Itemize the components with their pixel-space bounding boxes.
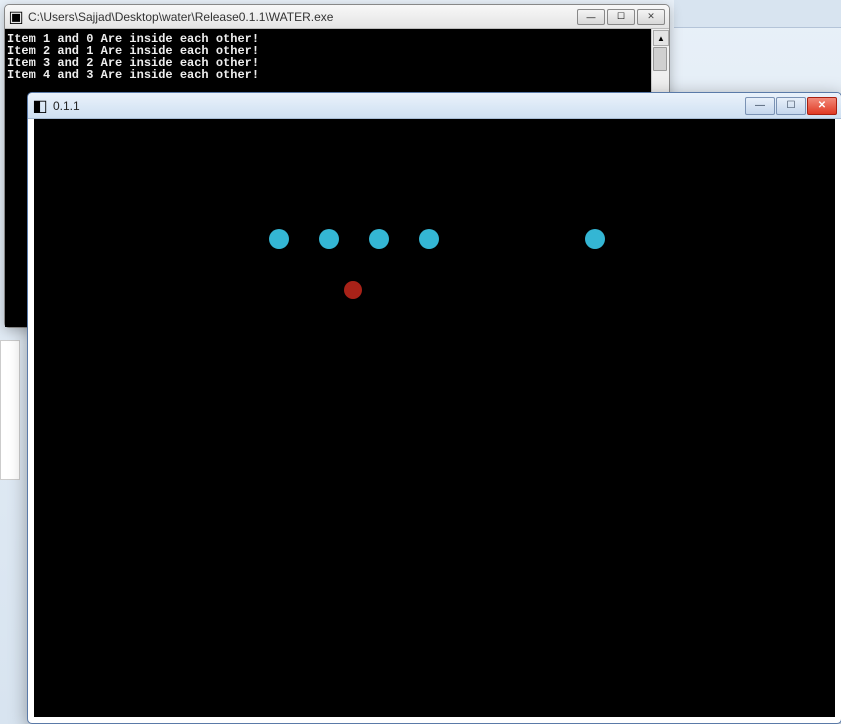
- simulation-dot-5: [344, 281, 362, 299]
- app-maximize-button[interactable]: ☐: [776, 97, 806, 115]
- app-title: 0.1.1: [53, 99, 745, 113]
- simulation-dot-2: [369, 229, 389, 249]
- console-window-controls: — ☐ ✕: [577, 9, 665, 25]
- app-titlebar[interactable]: ◧ 0.1.1 — ☐ ✕: [28, 93, 841, 119]
- app-window: ◧ 0.1.1 — ☐ ✕: [27, 92, 841, 724]
- app-window-controls: — ☐ ✕: [745, 97, 837, 115]
- console-titlebar[interactable]: ▣ C:\Users\Sajjad\Desktop\water\Release0…: [5, 5, 669, 29]
- background-panel-top: [674, 0, 841, 28]
- simulation-dot-4: [585, 229, 605, 249]
- app-minimize-button[interactable]: —: [745, 97, 775, 115]
- console-minimize-button[interactable]: —: [577, 9, 605, 25]
- console-close-button[interactable]: ✕: [637, 9, 665, 25]
- app-canvas: [34, 119, 835, 717]
- console-app-icon: ▣: [9, 10, 23, 24]
- scroll-thumb[interactable]: [653, 47, 667, 71]
- background-panel-side: [0, 340, 20, 480]
- app-close-button[interactable]: ✕: [807, 97, 837, 115]
- simulation-dot-1: [319, 229, 339, 249]
- simulation-dot-0: [269, 229, 289, 249]
- console-maximize-button[interactable]: ☐: [607, 9, 635, 25]
- app-icon: ◧: [32, 98, 48, 114]
- scroll-up-button[interactable]: ▲: [653, 30, 669, 46]
- simulation-dot-3: [419, 229, 439, 249]
- console-title: C:\Users\Sajjad\Desktop\water\Release0.1…: [28, 10, 577, 24]
